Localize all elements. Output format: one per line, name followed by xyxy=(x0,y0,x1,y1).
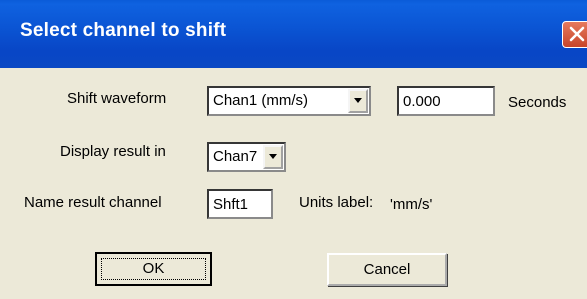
shift-offset-input[interactable] xyxy=(399,88,493,114)
display-result-channel-select[interactable]: Chan7 xyxy=(207,142,286,172)
dropdown-arrow-button[interactable] xyxy=(263,145,283,169)
dialog-body: Shift waveform Chan1 (mm/s) Seconds Disp… xyxy=(0,68,587,299)
shift-waveform-label: Shift waveform xyxy=(67,90,167,107)
dropdown-arrow-button[interactable] xyxy=(348,89,368,113)
shift-waveform-channel-value: Chan1 (mm/s) xyxy=(213,92,309,109)
result-name-field[interactable] xyxy=(207,189,273,219)
display-result-label: Display result in xyxy=(60,143,166,160)
ok-button-label: OK xyxy=(142,260,165,277)
ok-button[interactable]: OK xyxy=(95,252,212,286)
dialog-title: Select channel to shift xyxy=(20,20,227,41)
close-button[interactable] xyxy=(562,21,587,48)
units-label-caption: Units label: xyxy=(299,194,374,211)
shift-waveform-channel-select[interactable]: Chan1 (mm/s) xyxy=(207,86,371,116)
cancel-button-label: Cancel xyxy=(363,261,411,278)
seconds-label: Seconds xyxy=(508,94,567,111)
name-result-label: Name result channel xyxy=(24,194,162,211)
chevron-down-icon xyxy=(354,98,362,103)
cancel-button[interactable]: Cancel xyxy=(327,253,447,286)
title-bar[interactable]: Select channel to shift xyxy=(0,0,587,68)
units-label-value: 'mm/s' xyxy=(390,196,433,213)
chevron-down-icon xyxy=(269,154,277,159)
shift-offset-field[interactable] xyxy=(397,86,495,116)
display-result-channel-value: Chan7 xyxy=(213,148,258,165)
result-name-input[interactable] xyxy=(209,191,271,217)
close-icon xyxy=(569,26,585,42)
